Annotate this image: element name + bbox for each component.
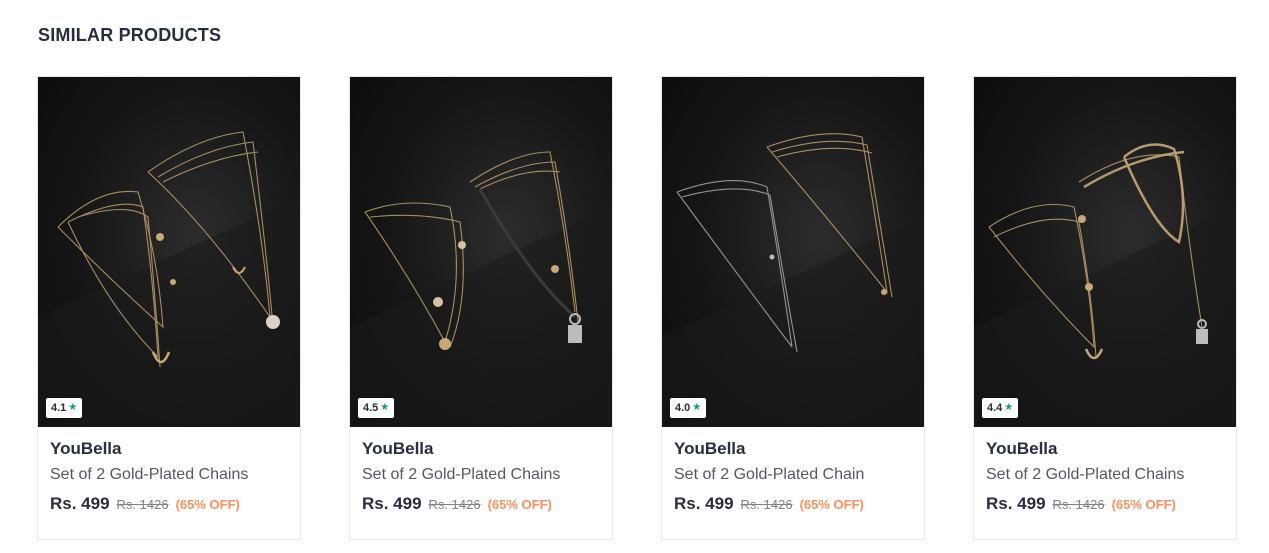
product-discount: (65% OFF) <box>799 497 864 512</box>
product-name: Set of 2 Gold-Plated Chain <box>674 466 865 483</box>
product-mrp: Rs. 1426 <box>740 497 793 512</box>
necklace-image <box>662 133 924 427</box>
product-info: YouBella Set of 2 Gold-Plated Chain Rs. … <box>674 439 914 514</box>
rating-badge: 4.4 ★ <box>982 398 1019 418</box>
product-discount: (65% OFF) <box>1111 497 1176 512</box>
section-title: SIMILAR PRODUCTS <box>38 25 222 45</box>
rating-badge: 4.1 ★ <box>46 398 83 418</box>
necklace-image <box>350 151 612 427</box>
star-icon: ★ <box>380 402 390 413</box>
product-price: Rs. 499 <box>362 494 422 513</box>
price-row: Rs. 499 Rs. 1426 (65% OFF) <box>362 494 602 514</box>
product-mrp: Rs. 1426 <box>428 497 481 512</box>
product-info: YouBella Set of 2 Gold-Plated Chains Rs.… <box>362 439 602 514</box>
star-icon: ★ <box>692 402 702 413</box>
product-image[interactable] <box>662 77 924 427</box>
rating-value: 4.5 <box>363 402 379 414</box>
product-grid: 4.1 ★ YouBella Set of 2 Gold-Plated Chai… <box>37 76 1239 540</box>
product-brand: YouBella <box>50 439 122 458</box>
product-info: YouBella Set of 2 Gold-Plated Chains Rs.… <box>986 439 1226 514</box>
product-brand: YouBella <box>674 439 746 458</box>
product-discount: (65% OFF) <box>175 497 240 512</box>
product-card[interactable]: 4.0 ★ YouBella Set of 2 Gold-Plated Chai… <box>661 76 925 540</box>
product-brand: YouBella <box>986 439 1058 458</box>
product-card[interactable]: 4.5 ★ YouBella Set of 2 Gold-Plated Chai… <box>349 76 613 540</box>
product-name: Set of 2 Gold-Plated Chains <box>986 466 1185 483</box>
product-image[interactable] <box>350 77 612 427</box>
rating-badge: 4.0 ★ <box>670 398 707 418</box>
price-row: Rs. 499 Rs. 1426 (65% OFF) <box>50 494 290 514</box>
product-card[interactable]: 4.1 ★ YouBella Set of 2 Gold-Plated Chai… <box>37 76 301 540</box>
product-image[interactable] <box>38 77 300 427</box>
star-icon: ★ <box>1004 402 1014 413</box>
product-mrp: Rs. 1426 <box>116 497 169 512</box>
star-icon: ★ <box>68 402 78 413</box>
product-image[interactable] <box>974 77 1236 427</box>
product-name: Set of 2 Gold-Plated Chains <box>50 466 249 483</box>
necklace-image <box>38 131 300 427</box>
price-row: Rs. 499 Rs. 1426 (65% OFF) <box>986 494 1226 514</box>
product-price: Rs. 499 <box>986 494 1046 513</box>
rating-value: 4.4 <box>987 402 1003 414</box>
product-info: YouBella Set of 2 Gold-Plated Chains Rs.… <box>50 439 290 514</box>
product-discount: (65% OFF) <box>487 497 552 512</box>
product-price: Rs. 499 <box>50 494 110 513</box>
product-brand: YouBella <box>362 439 434 458</box>
rating-value: 4.0 <box>675 402 691 414</box>
rating-badge: 4.5 ★ <box>358 398 395 418</box>
necklace-image <box>974 143 1236 427</box>
product-name: Set of 2 Gold-Plated Chains <box>362 466 561 483</box>
price-row: Rs. 499 Rs. 1426 (65% OFF) <box>674 494 914 514</box>
product-price: Rs. 499 <box>674 494 734 513</box>
product-mrp: Rs. 1426 <box>1052 497 1105 512</box>
rating-value: 4.1 <box>51 402 67 414</box>
product-card[interactable]: 4.4 ★ YouBella Set of 2 Gold-Plated Chai… <box>973 76 1237 540</box>
